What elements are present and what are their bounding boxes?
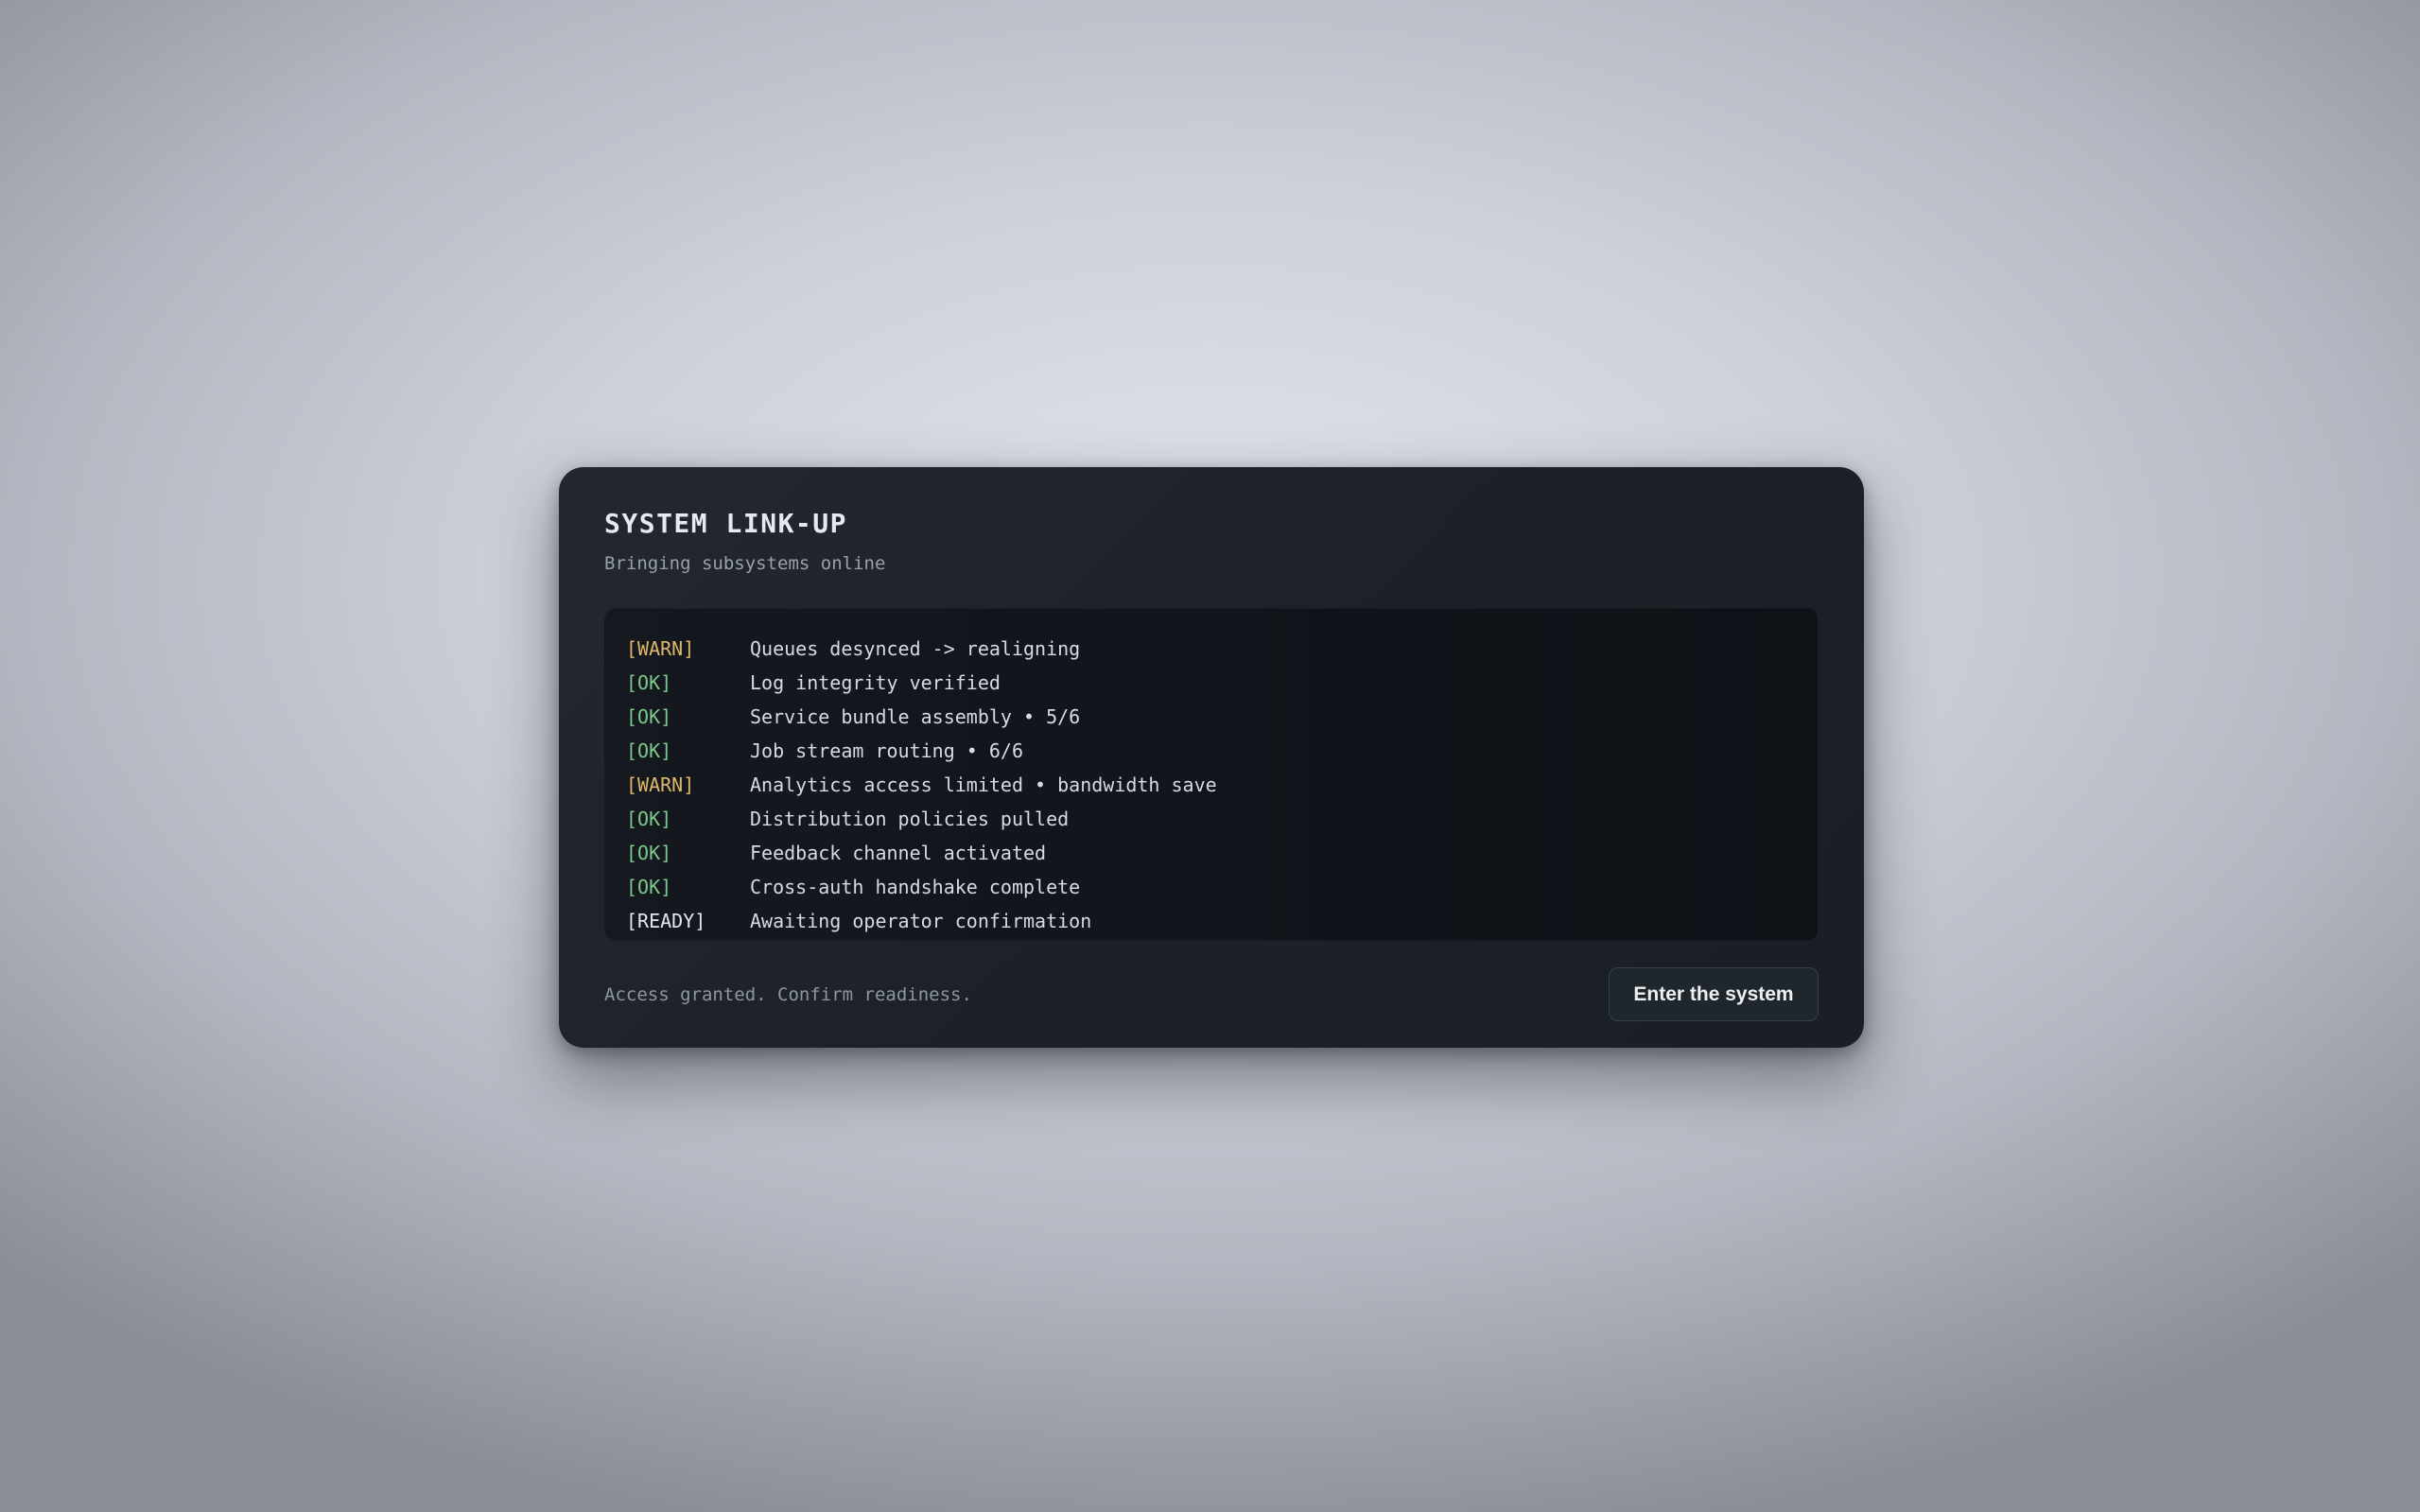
log-line: [WARN] Analytics access limited • bandwi… (626, 768, 1818, 802)
panel-footer: Access granted. Confirm readiness. Enter… (604, 967, 1819, 1021)
log-message: Log integrity verified (750, 671, 1001, 694)
log-message: Queues desynced -> realigning (750, 637, 1081, 660)
log-line: [OK] Distribution policies pulled (626, 802, 1818, 836)
log-line: [WARN] Queues desynced -> realigning (626, 632, 1818, 666)
log-message: Awaiting operator confirmation (750, 910, 1092, 932)
log-tag: [OK] (626, 739, 672, 762)
log-message: Analytics access limited • bandwidth sav… (750, 773, 1217, 796)
panel-subtitle: Bringing subsystems online (604, 553, 886, 574)
log-tag: [OK] (626, 705, 672, 728)
enter-system-button[interactable]: Enter the system (1609, 967, 1819, 1021)
panel-title: SYSTEM LINK-UP (604, 508, 848, 539)
link-up-panel: SYSTEM LINK-UP Bringing subsystems onlin… (559, 467, 1864, 1048)
log-console: [WARN] Queues desynced -> realigning [OK… (604, 608, 1819, 941)
log-line: [OK] Feedback channel activated (626, 836, 1818, 870)
log-tag: [OK] (626, 842, 672, 864)
log-line: [READY] Awaiting operator confirmation (626, 904, 1818, 938)
log-line: [OK] Job stream routing • 6/6 (626, 734, 1818, 768)
log-message: Job stream routing • 6/6 (750, 739, 1023, 762)
log-message: Distribution policies pulled (750, 808, 1070, 830)
log-tag: [OK] (626, 671, 672, 694)
log-tag: [OK] (626, 808, 672, 830)
log-line: [OK] Log integrity verified (626, 666, 1818, 700)
log-tag: [WARN] (626, 773, 695, 796)
log-message: Feedback channel activated (750, 842, 1047, 864)
log-tag: [OK] (626, 876, 672, 898)
log-line: [OK] Service bundle assembly • 5/6 (626, 700, 1818, 734)
log-tag: [READY] (626, 910, 706, 932)
log-line: [OK] Cross-auth handshake complete (626, 870, 1818, 904)
status-text: Access granted. Confirm readiness. (604, 983, 972, 1005)
log-message: Cross-auth handshake complete (750, 876, 1081, 898)
log-message: Service bundle assembly • 5/6 (750, 705, 1081, 728)
log-tag: [WARN] (626, 637, 695, 660)
